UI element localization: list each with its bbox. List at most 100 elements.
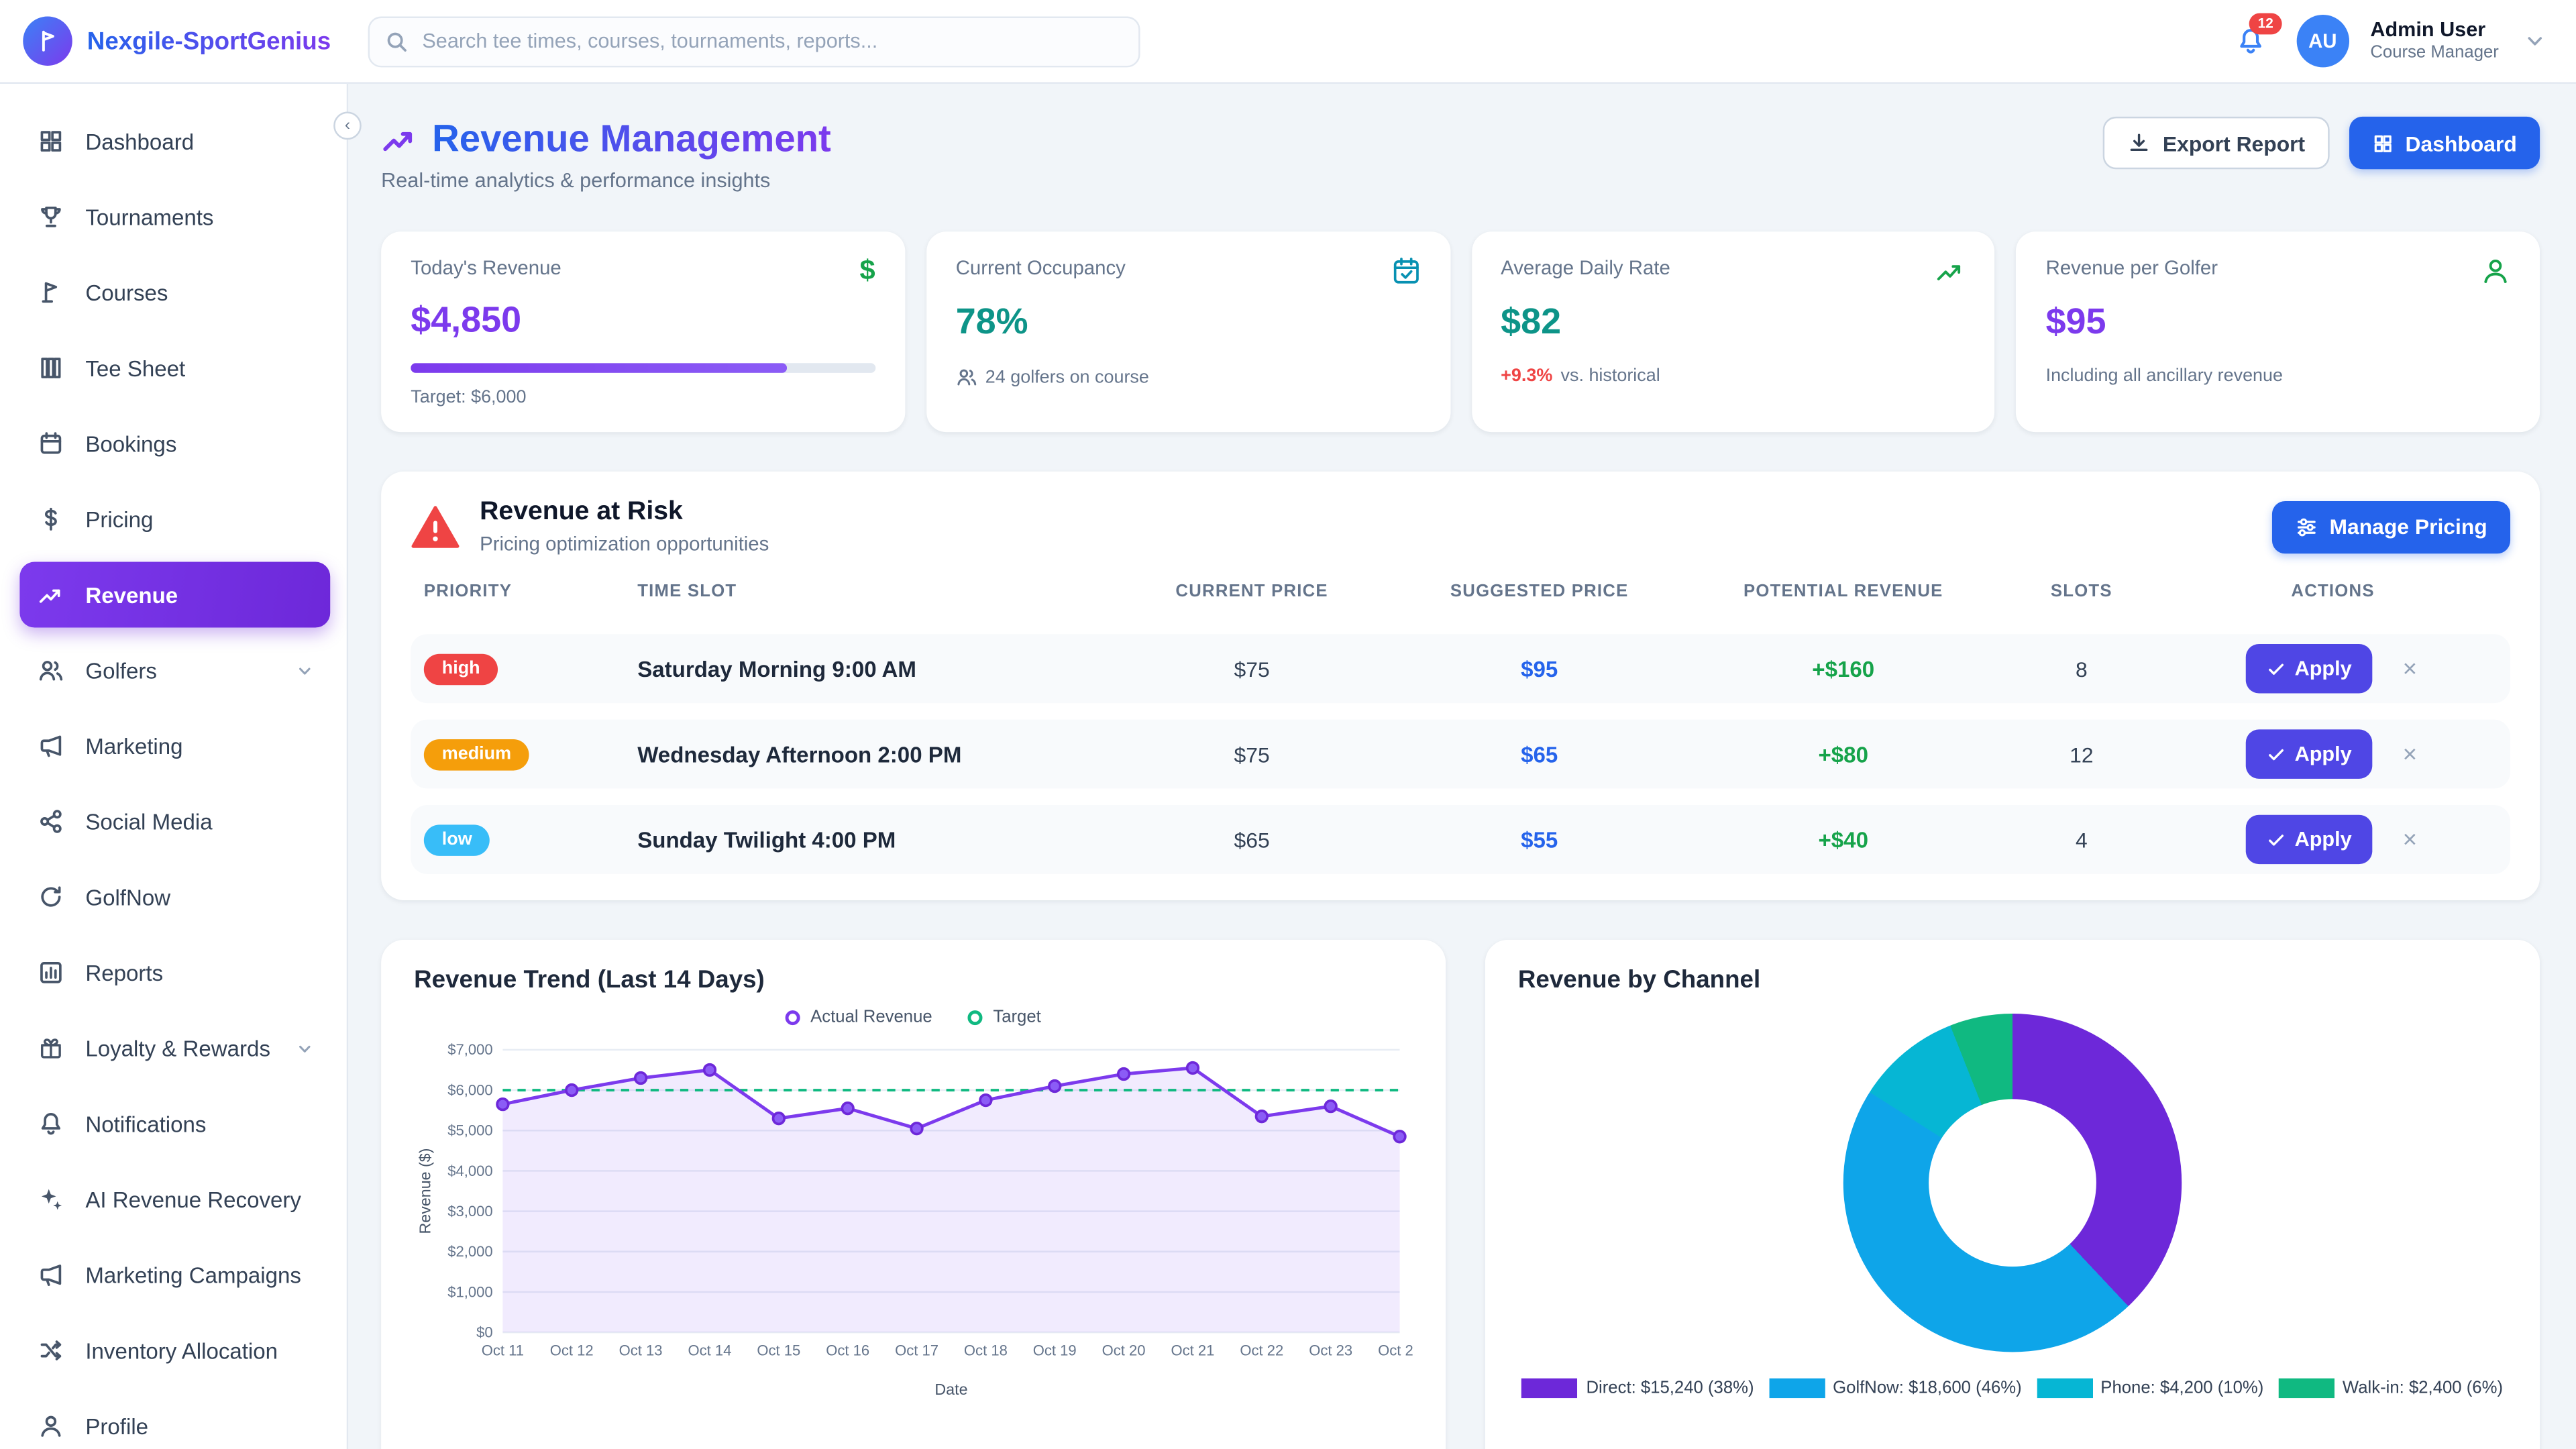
kpi-value: $82 — [1501, 301, 1965, 343]
legend-label: Phone: $4,200 (10%) — [2100, 1379, 2263, 1398]
kpi-cards: Today's Revenue $ $4,850 Target: $6,000 … — [381, 231, 2540, 432]
sidebar-item-label: Social Media — [85, 809, 212, 834]
notification-badge: 12 — [2249, 13, 2282, 34]
global-search — [368, 15, 1140, 66]
sidebar-item-dashboard[interactable]: Dashboard — [19, 109, 330, 174]
user-name: Admin User — [2370, 17, 2499, 44]
calendar-icon — [36, 431, 64, 457]
svg-text:Oct 16: Oct 16 — [826, 1342, 869, 1358]
brand-name: Nexgile-SportGenius — [87, 27, 331, 55]
avatar[interactable]: AU — [2296, 15, 2349, 67]
sidebar-item-bookings[interactable]: Bookings — [19, 411, 330, 476]
svg-text:$2,000: $2,000 — [447, 1243, 492, 1260]
sidebar-item-revenue[interactable]: Revenue — [19, 562, 330, 628]
legend-label: Walk-in: $2,400 (6%) — [2343, 1379, 2503, 1398]
time-slot: Wednesday Afternoon 2:00 PM — [625, 742, 1104, 767]
sidebar-item-pricing[interactable]: Pricing — [19, 486, 330, 552]
sidebar-item-tee-sheet[interactable]: Tee Sheet — [19, 335, 330, 401]
apply-button[interactable]: Apply — [2245, 644, 2373, 693]
brand[interactable]: Nexgile-SportGenius — [23, 16, 341, 65]
legend-item-golfnow: GolfNow: $18,600 (46%) — [1769, 1379, 2022, 1398]
notifications-button[interactable]: 12 — [2226, 19, 2275, 62]
refresh-icon — [36, 884, 64, 910]
svg-text:$0: $0 — [476, 1324, 493, 1340]
kpi-revenue-per-golfer: Revenue per Golfer $95 Including all anc… — [2017, 231, 2540, 432]
export-report-button[interactable]: Export Report — [2104, 117, 2330, 169]
columns-icon — [36, 355, 64, 381]
column-header: PRIORITY — [411, 582, 624, 601]
suggested-price: $55 — [1400, 827, 1679, 852]
kpi-subtext: Including all ancillary revenue — [2046, 366, 2510, 386]
sidebar-item-reports[interactable]: Reports — [19, 940, 330, 1006]
sidebar-item-tournaments[interactable]: Tournaments — [19, 184, 330, 250]
search-input[interactable] — [368, 15, 1140, 66]
user-meta[interactable]: Admin User Course Manager — [2370, 17, 2499, 66]
sidebar-item-marketing[interactable]: Marketing — [19, 713, 330, 779]
chart-title: Revenue Trend (Last 14 Days) — [414, 966, 1413, 994]
svg-text:Oct 23: Oct 23 — [1309, 1342, 1352, 1358]
apply-button[interactable]: Apply — [2245, 815, 2373, 864]
kpi-average-daily-rate: Average Daily Rate $82 +9.3% vs. histori… — [1471, 231, 1995, 432]
trending-up-icon — [36, 582, 64, 608]
trending-up-icon — [1936, 256, 1966, 286]
sidebar-item-ai-revenue-recovery[interactable]: AI Revenue Recovery — [19, 1167, 330, 1232]
legend-item-actual: Actual Revenue — [786, 1007, 932, 1026]
potential-revenue: +$40 — [1679, 827, 2008, 852]
sidebar-item-social-media[interactable]: Social Media — [19, 789, 330, 855]
slots-count: 8 — [2008, 656, 2155, 681]
apply-button[interactable]: Apply — [2245, 729, 2373, 778]
sidebar-collapse-button[interactable]: ‹ — [333, 112, 362, 140]
sparkles-icon — [36, 1186, 64, 1212]
grid-icon — [2373, 132, 2394, 154]
page-actions: Export Report Dashboard — [2104, 117, 2540, 169]
dashboard-button[interactable]: Dashboard — [2349, 117, 2540, 169]
apply-label: Apply — [2295, 657, 2352, 680]
legend-item-phone: Phone: $4,200 (10%) — [2037, 1379, 2264, 1398]
sidebar-item-label: Revenue — [85, 582, 178, 607]
sidebar-item-marketing-campaigns[interactable]: Marketing Campaigns — [19, 1242, 330, 1307]
sidebar-item-golfers[interactable]: Golfers — [19, 637, 330, 703]
megaphone-icon — [36, 1262, 64, 1288]
main-content: Revenue Management Real-time analytics &… — [348, 84, 2576, 1449]
user-role: Course Manager — [2370, 43, 2499, 65]
sidebar-item-label: Tournaments — [85, 205, 213, 229]
sidebar-item-notifications[interactable]: Notifications — [19, 1091, 330, 1157]
slots-count: 12 — [2008, 742, 2155, 767]
sidebar-item-label: Loyalty & Rewards — [85, 1036, 270, 1061]
sidebar-item-loyalty-rewards[interactable]: Loyalty & Rewards — [19, 1015, 330, 1081]
user-icon — [36, 1413, 64, 1439]
sliders-icon — [2295, 515, 2318, 538]
sidebar-item-inventory-allocation[interactable]: Inventory Allocation — [19, 1318, 330, 1383]
dismiss-icon[interactable]: × — [2400, 824, 2420, 855]
svg-text:Oct 17: Oct 17 — [895, 1342, 938, 1358]
legend-label: Direct: $15,240 (38%) — [1586, 1379, 1754, 1398]
manage-pricing-label: Manage Pricing — [2329, 515, 2487, 539]
sidebar-item-golfnow[interactable]: GolfNow — [19, 864, 330, 930]
page-title: Revenue Management — [432, 117, 831, 161]
manage-pricing-button[interactable]: Manage Pricing — [2272, 500, 2510, 553]
sidebar-item-label: AI Revenue Recovery — [85, 1187, 301, 1212]
dismiss-icon[interactable]: × — [2400, 653, 2420, 684]
dismiss-icon[interactable]: × — [2400, 739, 2420, 770]
svg-text:Oct 12: Oct 12 — [550, 1342, 594, 1358]
sidebar-item-courses[interactable]: Courses — [19, 260, 330, 325]
column-header: SLOTS — [2008, 582, 2155, 601]
check-icon — [2267, 659, 2285, 678]
svg-text:Revenue ($): Revenue ($) — [417, 1148, 434, 1234]
sidebar-item-label: GolfNow — [85, 885, 170, 910]
legend-swatch — [2037, 1379, 2092, 1398]
current-price: $65 — [1104, 827, 1400, 852]
sidebar-item-profile[interactable]: Profile — [19, 1393, 330, 1449]
kpi-todays-revenue: Today's Revenue $ $4,850 Target: $6,000 — [381, 231, 905, 432]
risk-table-row: high Saturday Morning 9:00 AM $75 $95 +$… — [411, 634, 2510, 703]
revenue-target-progress — [411, 363, 875, 373]
priority-badge: medium — [424, 739, 529, 770]
legend-swatch — [1769, 1379, 1825, 1398]
download-icon — [2128, 131, 2151, 154]
svg-text:Oct 22: Oct 22 — [1240, 1342, 1283, 1358]
sidebar-item-label: Inventory Allocation — [85, 1338, 278, 1363]
svg-text:$5,000: $5,000 — [447, 1122, 492, 1139]
dollar-icon: $ — [860, 256, 875, 284]
chart-title: Revenue by Channel — [1518, 966, 2507, 994]
chevron-down-icon[interactable] — [2524, 30, 2546, 52]
